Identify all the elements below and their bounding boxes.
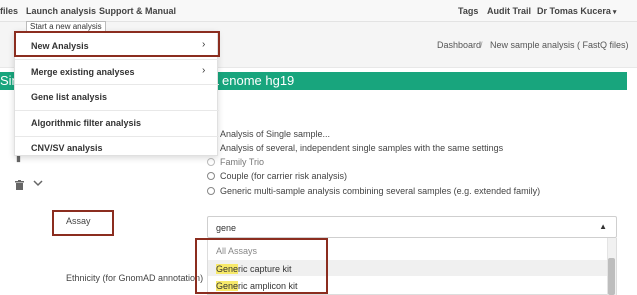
nav-files-link[interactable]: files xyxy=(0,6,18,16)
chevron-down-icon[interactable] xyxy=(33,179,43,190)
list-scrollbar[interactable] xyxy=(607,238,616,295)
trash-icon[interactable] xyxy=(15,180,24,193)
annotation-box-new-analysis xyxy=(14,31,220,57)
page-title-right: enome hg19 xyxy=(222,73,295,88)
option-single-sample[interactable]: Analysis of Single sample... xyxy=(220,129,330,139)
assay-search-value[interactable]: gene xyxy=(216,223,236,233)
breadcrumb-separator: / xyxy=(480,40,483,50)
breadcrumb-dashboard[interactable]: Dashboard xyxy=(437,40,481,50)
nav-tags[interactable]: Tags xyxy=(458,6,478,16)
option-several-samples[interactable]: Analysis of several, independent single … xyxy=(220,143,503,153)
top-navbar: files Launch analysis Support & Manual T… xyxy=(0,0,637,22)
breadcrumb-current: New sample analysis ( FastQ files) xyxy=(490,40,629,50)
chevron-right-icon: › xyxy=(202,65,206,76)
nav-support-manual[interactable]: Support & Manual xyxy=(99,6,176,16)
chevron-down-icon: ▾ xyxy=(612,9,617,16)
menu-item-label: CNV/SV analysis xyxy=(31,143,103,153)
menu-item-gene-list-analysis[interactable]: Gene list analysis xyxy=(15,85,219,109)
nav-audit-trail[interactable]: Audit Trail xyxy=(487,6,531,16)
assay-select[interactable]: gene ▲ xyxy=(207,216,617,238)
nav-user-menu[interactable]: Dr Tomas Kucera ▾ xyxy=(537,6,616,16)
option-couple[interactable]: Couple (for carrier risk analysis) xyxy=(220,171,347,181)
menu-item-label: Algorithmic filter analysis xyxy=(31,118,142,128)
annotation-box-assay-options xyxy=(195,238,328,294)
option-family-trio[interactable]: Family Trio xyxy=(220,157,264,167)
radio-couple[interactable] xyxy=(207,172,215,180)
nav-launch-analysis[interactable]: Launch analysis xyxy=(26,6,96,16)
user-name: Dr Tomas Kucera xyxy=(537,6,611,16)
menu-item-label: Merge existing analyses xyxy=(31,67,135,77)
menu-item-cnv-sv-analysis[interactable]: CNV/SV analysis xyxy=(15,136,219,160)
menu-item-merge-analyses[interactable]: Merge existing analyses › xyxy=(15,60,219,84)
menu-item-algorithmic-filter[interactable]: Algorithmic filter analysis xyxy=(15,111,219,135)
caret-up-icon[interactable]: ▲ xyxy=(599,222,607,231)
radio-multi-sample[interactable] xyxy=(207,187,215,195)
menu-item-label: Gene list analysis xyxy=(31,92,108,102)
ethnicity-label: Ethnicity (for GnomAD annotation) xyxy=(66,273,204,283)
annotation-box-assay-label xyxy=(52,210,114,236)
option-multi-sample[interactable]: Generic multi-sample analysis combining … xyxy=(220,186,540,196)
scrollbar-thumb[interactable] xyxy=(608,258,615,295)
